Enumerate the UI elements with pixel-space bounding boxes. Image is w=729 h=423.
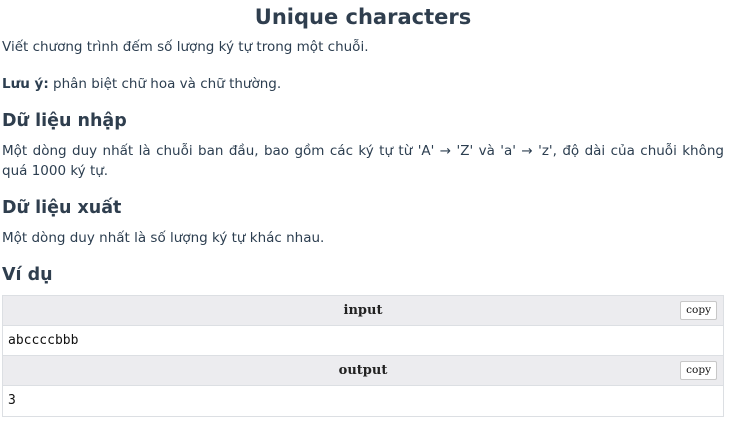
- note-text: phân biệt chữ hoa và chữ thường.: [48, 76, 282, 92]
- problem-statement: Unique characters Viết chương trình đếm …: [2, 0, 724, 417]
- example-heading: Ví dụ: [2, 265, 53, 285]
- note-label: Lưu ý:: [2, 76, 49, 92]
- input-label: input: [343, 303, 383, 318]
- copy-input-button[interactable]: copy: [680, 301, 717, 320]
- output-description: Một dòng duy nhất là số lượng ký tự khác…: [2, 230, 325, 246]
- page-title: Unique characters: [254, 5, 472, 29]
- copy-output-button[interactable]: copy: [680, 361, 717, 380]
- problem-note: Lưu ý: phân biệt chữ hoa và chữ thường.: [2, 74, 281, 94]
- input-header-row: input copy: [3, 296, 723, 326]
- input-heading: Dữ liệu nhập: [2, 111, 127, 131]
- example-table: input copy abccccbbb output copy 3: [2, 295, 724, 417]
- output-label: output: [338, 363, 388, 378]
- input-value: abccccbbb: [3, 326, 723, 356]
- input-description: Một dòng duy nhất là chuỗi ban đầu, bao …: [2, 143, 724, 179]
- output-heading: Dữ liệu xuất: [2, 198, 122, 218]
- output-value: 3: [3, 386, 723, 416]
- problem-intro: Viết chương trình đếm số lượng ký tự tro…: [2, 39, 369, 55]
- output-header-row: output copy: [3, 356, 723, 386]
